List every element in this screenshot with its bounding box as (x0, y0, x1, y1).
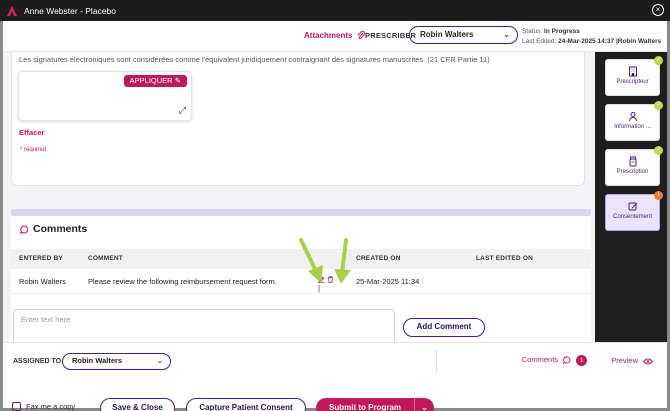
edit-icon (628, 202, 637, 211)
assigned-to-label: ASSIGNED TO (13, 358, 62, 365)
status-value: In Progress (544, 28, 580, 35)
step-label: Prescripteur (616, 79, 649, 85)
signature-pad[interactable]: APPLIQUER ✎ ⤢ (18, 71, 192, 121)
person-icon (628, 112, 637, 122)
prescription-icon (629, 156, 636, 167)
comments-count-badge: 1 (576, 355, 588, 366)
chevron-down-icon: ⌄ (503, 30, 510, 39)
col-comment: COMMENT (88, 255, 123, 262)
capture-consent-button[interactable]: Capture Patient Consent (186, 398, 306, 411)
app-logo-icon (7, 5, 17, 16)
assigned-to-select[interactable]: Robin Walters ⌄ (62, 353, 171, 370)
step-prescription[interactable]: ✓ Prescription (605, 146, 663, 186)
cell-entered-by: Robin Walters (19, 277, 66, 286)
warning-badge-icon: ! (654, 191, 663, 200)
window-titlebar: Anne Webster - Placebo × (0, 0, 670, 21)
apply-signature-button[interactable]: APPLIQUER ✎ (123, 75, 187, 87)
attachments-link[interactable]: Attachments (304, 31, 366, 40)
section-divider (11, 209, 591, 216)
fax-checkbox[interactable] (12, 402, 21, 411)
col-entered-by: ENTERED BY (19, 255, 63, 262)
required-note: * required (20, 147, 47, 153)
dialog-footer: ASSIGNED TO Robin Walters ⌄ Comments 1 P… (3, 342, 667, 411)
submit-program-button[interactable]: Submit to Program ⌄ (316, 398, 434, 411)
footer-divider (435, 349, 437, 373)
step-label: Prescription (616, 169, 649, 175)
col-last-edited-on: LAST EDITED ON (476, 255, 533, 262)
attachments-label: Attachments (304, 31, 353, 40)
col-created-on: CREATED ON (356, 255, 401, 262)
comment-input-placeholder: Enter text here (21, 315, 71, 324)
main-content[interactable]: Les signatures électroniques sont consid… (3, 52, 595, 342)
prescriber-select[interactable]: Robin Walters ⌄ (409, 26, 518, 44)
step-label: Consentement (612, 214, 653, 220)
pen-icon: ✎ (174, 76, 181, 85)
building-icon (628, 66, 637, 77)
status-block: Status: In Progress Last Edited: 24-Mar-… (522, 27, 661, 47)
step-information[interactable]: ✓ Information ... (605, 101, 663, 141)
comments-heading: Comments (20, 223, 87, 235)
comments-title: Comments (33, 223, 88, 235)
chevron-down-icon: ⌄ (156, 356, 163, 365)
steps-sidebar: ✓ Prescripteur ✓ Information ... ✓ Presc… (595, 52, 667, 342)
comments-link-label: Comments (521, 355, 559, 364)
submit-label: Submit to Program (329, 403, 402, 411)
step-label: Information ... (614, 124, 651, 130)
apply-label: APPLIQUER (129, 76, 173, 85)
signature-legal-text: Les signatures électroniques sont consid… (19, 55, 490, 64)
annotation-arrow-icon (334, 238, 351, 284)
step-prescripteur[interactable]: ✓ Prescripteur (605, 56, 663, 96)
fax-label: Fax me a copy (26, 402, 76, 411)
fax-copy-option[interactable]: Fax me a copy (12, 402, 75, 411)
footer-links: Comments 1 Preview (435, 349, 654, 373)
clear-signature-link[interactable]: Effacer (19, 128, 44, 137)
cell-comment: Please review the following reimbursemen… (88, 277, 277, 286)
eye-icon (642, 358, 654, 365)
check-icon: ✓ (654, 146, 663, 155)
annotation-arrow-icon (299, 238, 323, 283)
last-edited-value: 24-Mar-2025 14:37 |Robin Walters (558, 38, 662, 45)
window-title: Anne Webster - Placebo (24, 5, 116, 16)
signature-card: Les signatures électroniques sont consid… (11, 52, 585, 186)
dialog: Attachments PRESCRIBER Robin Walters ⌄ S… (3, 21, 667, 411)
comment-bubble-icon (563, 356, 571, 365)
prescriber-value: Robin Walters (420, 30, 474, 39)
preview-link-label: Preview (611, 356, 638, 365)
save-close-button[interactable]: Save & Close (100, 398, 175, 411)
chevron-down-icon[interactable]: ⌄ (414, 398, 434, 411)
check-icon: ✓ (654, 101, 663, 110)
last-edited-label: Last Edited: (522, 38, 557, 45)
close-icon[interactable]: × (652, 4, 664, 16)
expand-icon[interactable]: ⤢ (179, 105, 186, 116)
cell-created-on: 25-Mar-2025 11:34 (356, 277, 420, 286)
assigned-to-value: Robin Walters (72, 356, 123, 365)
preview-link[interactable]: Preview (611, 356, 654, 365)
check-icon: ✓ (654, 56, 663, 65)
comments-link[interactable]: Comments 1 (521, 355, 588, 366)
dialog-header: Attachments PRESCRIBER Robin Walters ⌄ S… (3, 21, 667, 52)
add-comment-button[interactable]: Add Comment (403, 318, 485, 337)
status-label: Status: (522, 28, 543, 35)
comment-bubble-icon (20, 225, 29, 234)
step-consentement[interactable]: ! Consentement (605, 191, 663, 231)
